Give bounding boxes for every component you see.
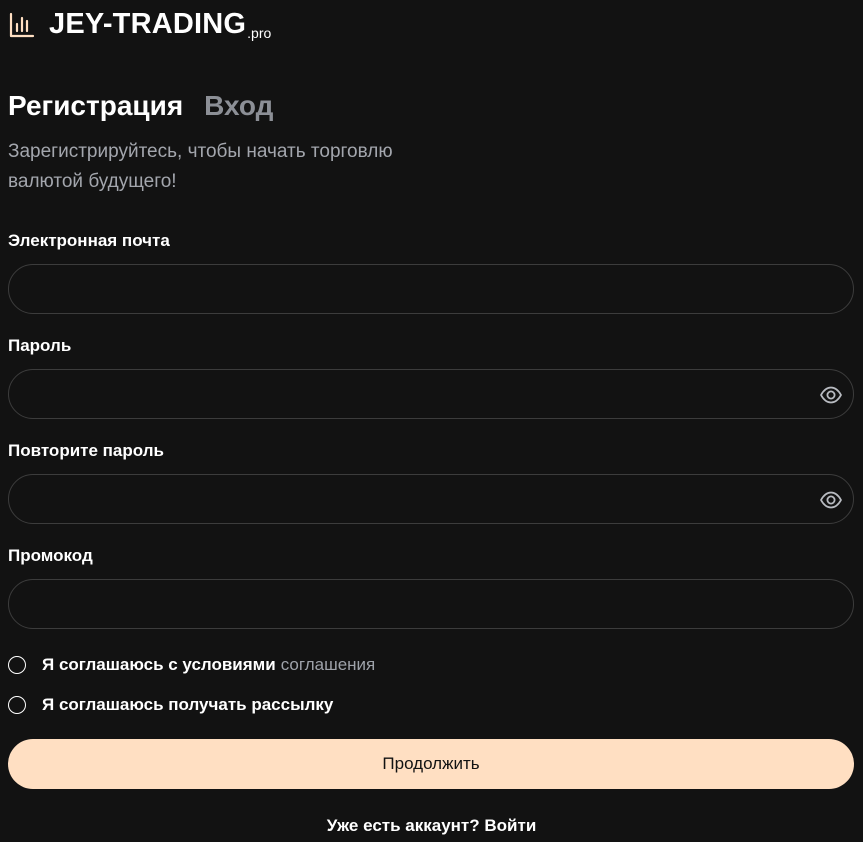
terms-checkbox-label: Я соглашаюсь с условиями xyxy=(42,655,276,674)
continue-button[interactable]: Продолжить xyxy=(8,739,854,789)
terms-agreement-link[interactable]: соглашения xyxy=(281,655,376,675)
newsletter-checkbox-label: Я соглашаюсь получать рассылку xyxy=(42,695,334,714)
auth-tabs: Регистрация Вход xyxy=(8,87,273,125)
terms-checkbox-row[interactable]: Я соглашаюсь с условиями соглашения xyxy=(8,654,375,676)
terms-checkbox[interactable] xyxy=(8,656,26,674)
email-field-wrapper xyxy=(8,264,854,314)
password-repeat-field[interactable] xyxy=(9,475,853,523)
login-link[interactable]: Войти xyxy=(484,816,536,835)
brand-suffix: .pro xyxy=(247,25,272,41)
password-repeat-field-wrapper xyxy=(8,474,854,524)
promo-label: Промокод xyxy=(8,546,93,565)
tab-login[interactable]: Вход xyxy=(204,87,273,125)
newsletter-checkbox[interactable] xyxy=(8,696,26,714)
page-subtitle: Зарегистрируйтесь, чтобы начать торговлю… xyxy=(8,141,393,192)
newsletter-checkbox-row[interactable]: Я соглашаюсь получать рассылку xyxy=(8,694,333,716)
login-prompt-text: Уже есть аккаунт? xyxy=(326,816,480,835)
eye-icon[interactable] xyxy=(819,488,843,512)
bar-chart-icon xyxy=(9,12,35,38)
tab-registration[interactable]: Регистрация xyxy=(8,87,183,125)
promo-field-wrapper xyxy=(8,579,854,629)
email-field[interactable] xyxy=(9,265,853,313)
registration-page: JEY-TRADING .pro Регистрация Вход Зареги… xyxy=(0,0,863,842)
brand-logo[interactable]: JEY-TRADING .pro xyxy=(9,6,271,42)
email-label: Электронная почта xyxy=(8,231,170,250)
password-repeat-label: Повторите пароль xyxy=(8,441,164,460)
password-label: Пароль xyxy=(8,336,72,355)
promo-field[interactable] xyxy=(9,580,853,628)
password-field-wrapper xyxy=(8,369,854,419)
login-prompt: Уже есть аккаунт? Войти xyxy=(0,815,863,837)
eye-icon[interactable] xyxy=(819,383,843,407)
brand-name: JEY-TRADING xyxy=(49,8,247,40)
password-field[interactable] xyxy=(9,370,853,418)
